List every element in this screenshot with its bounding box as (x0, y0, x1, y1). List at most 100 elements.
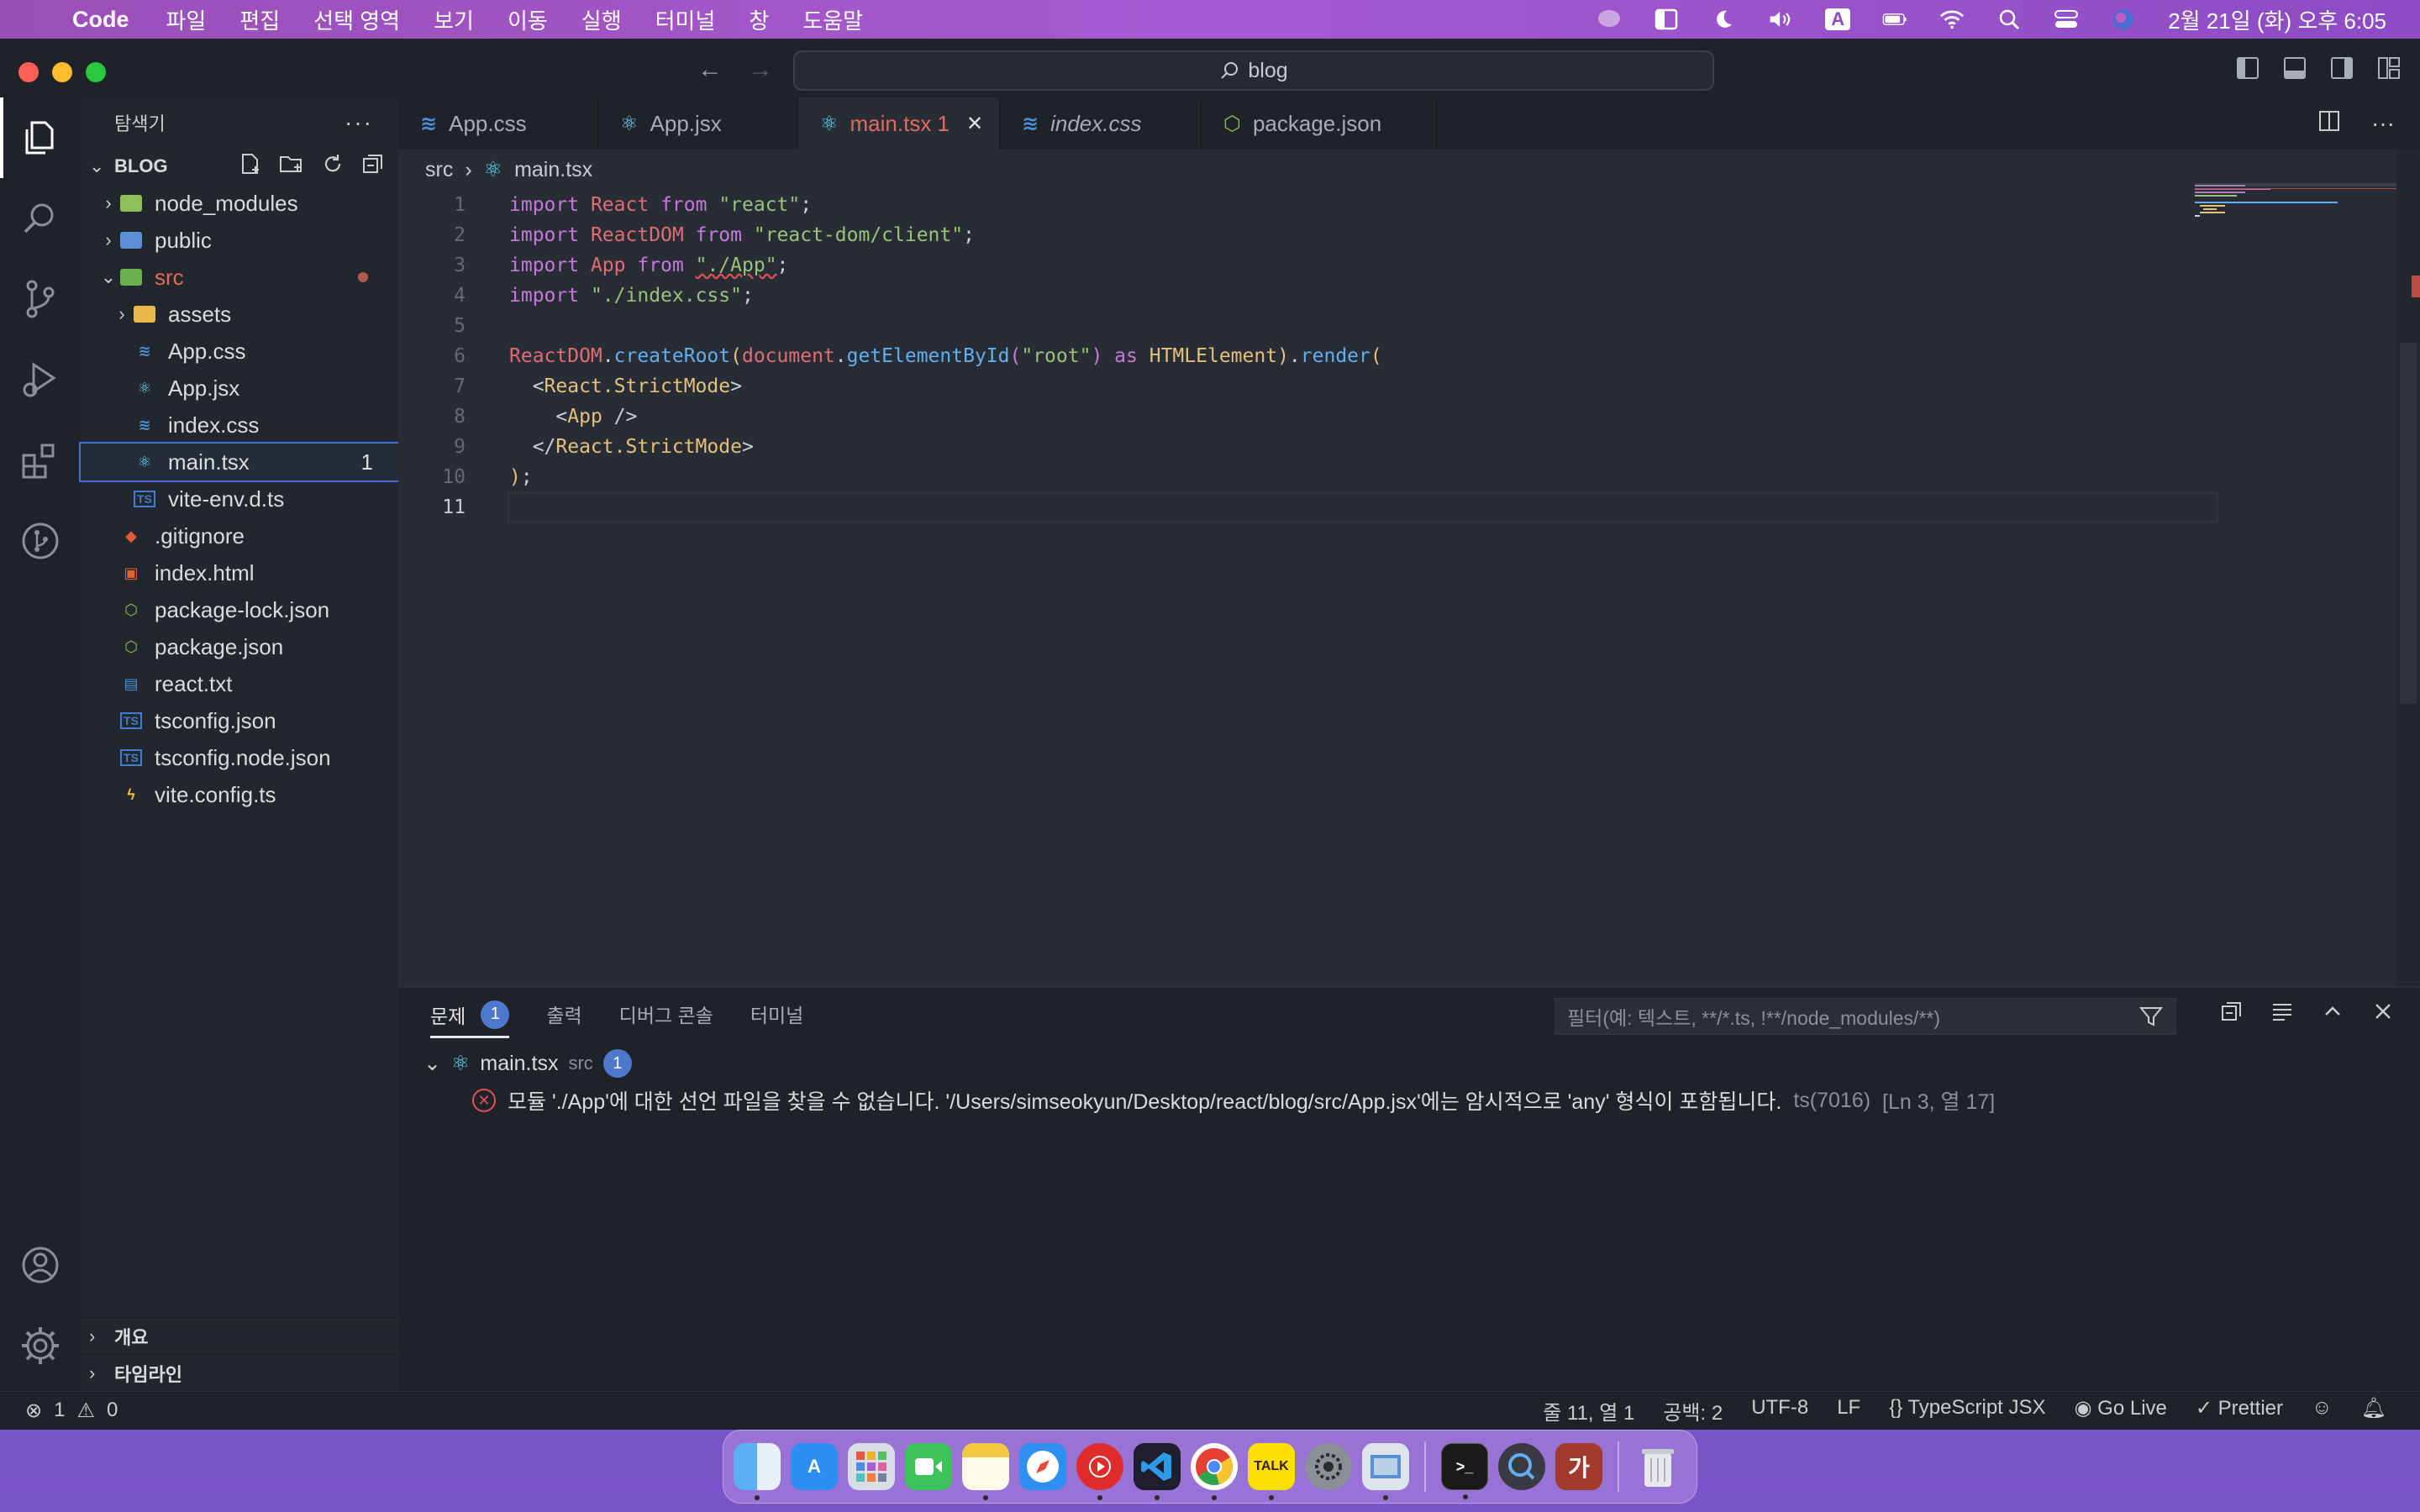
menu-file[interactable]: 파일 (166, 4, 207, 35)
problem-item[interactable]: ✕ 모듈 './App'에 대한 선언 파일을 찾을 수 없습니다. '/Use… (398, 1082, 2420, 1119)
facetime-icon[interactable] (905, 1443, 952, 1490)
new-folder-icon[interactable] (279, 152, 304, 181)
menu-help[interactable]: 도움말 (802, 4, 863, 35)
code-editor[interactable]: src › ⚛ main.tsx 1 import React from "rea… (398, 150, 2420, 986)
editor-more-actions-icon[interactable]: ··· (2371, 110, 2395, 137)
code-line[interactable]: 10); (398, 462, 2420, 492)
tree-file[interactable]: ⚛ main.tsx 1 (79, 442, 400, 482)
tab-index-css[interactable]: ≋ index.css (1000, 97, 1202, 150)
tab-problems[interactable]: 문제 1 (430, 1000, 510, 1038)
tree-file[interactable]: ▤ react.txt (81, 665, 398, 702)
git-graph-icon[interactable] (0, 501, 81, 581)
tree-file[interactable]: ≋ index.css (81, 407, 398, 444)
breadcrumb-folder[interactable]: src (425, 158, 453, 182)
tree-file[interactable]: ⚛ App.jsx (81, 370, 398, 407)
preview-icon[interactable] (1362, 1443, 1409, 1500)
tree-file[interactable]: ⬡ package-lock.json (81, 591, 398, 628)
code-line[interactable]: 8 <App /> (398, 402, 2420, 432)
app-store-icon[interactable]: A (791, 1443, 838, 1490)
tab-debug-console[interactable]: 디버그 콘솔 (619, 1000, 713, 1028)
problems-filter-input[interactable]: 필터(예: 텍스트, **/*.ts, !**/node_modules/**) (1555, 998, 2176, 1035)
extensions-icon[interactable] (0, 420, 81, 501)
dictionary-icon[interactable]: 가 (1555, 1443, 1602, 1490)
battery-icon[interactable] (1882, 8, 1907, 30)
moon-icon[interactable] (1711, 8, 1736, 30)
menu-terminal[interactable]: 터미널 (655, 4, 716, 35)
zoom-window-button[interactable] (86, 62, 106, 82)
search-icon[interactable] (0, 178, 81, 259)
spotlight-search-icon[interactable] (1996, 8, 2022, 30)
prettier-status[interactable]: ✓ Prettier (2196, 1396, 2283, 1425)
workspace-section-header[interactable]: ⌄ BLOG (81, 148, 398, 185)
problem-file-row[interactable]: ⌄ ⚛ main.tsx src 1 (398, 1045, 2420, 1082)
outline-section-header[interactable]: › 개요 (81, 1317, 398, 1354)
code-line[interactable]: 5 (398, 311, 2420, 341)
tree-folder[interactable]: ⌄ src (81, 259, 398, 296)
finder-icon[interactable] (734, 1443, 781, 1500)
kakaotalk-icon[interactable]: TALK (1248, 1443, 1295, 1500)
explorer-icon[interactable] (0, 97, 81, 178)
close-panel-icon[interactable] (2371, 1000, 2395, 1029)
collapse-all-icon[interactable] (2220, 1000, 2244, 1029)
tab-app-css[interactable]: ≋ App.css (398, 97, 598, 150)
forward-arrow-icon[interactable]: → (748, 55, 773, 84)
code-line[interactable]: 9 </React.StrictMode> (398, 432, 2420, 462)
close-window-button[interactable] (18, 62, 39, 82)
more-actions-icon[interactable]: ··· (345, 109, 373, 136)
system-settings-icon[interactable] (1305, 1443, 1352, 1490)
code-line[interactable]: 3 import App from "./App"; (398, 250, 2420, 281)
language-mode[interactable]: {} TypeScript JSX (1889, 1396, 2045, 1425)
tab-terminal[interactable]: 터미널 (750, 1000, 803, 1028)
code-line[interactable]: 6 ReactDOM.createRoot(document.getElement… (398, 341, 2420, 371)
tab-output[interactable]: 출력 (546, 1000, 581, 1028)
tree-file[interactable]: TS tsconfig.json (81, 702, 398, 739)
refresh-icon[interactable] (321, 152, 345, 181)
customize-layout-icon[interactable] (2378, 57, 2400, 79)
code-line-current[interactable]: 11 (398, 492, 2420, 522)
indentation[interactable]: 공백: 2 (1663, 1396, 1723, 1425)
new-file-icon[interactable] (239, 152, 262, 181)
app-menu[interactable]: Code (72, 7, 129, 33)
chrome-icon[interactable] (1191, 1443, 1238, 1500)
maximize-panel-icon[interactable] (2321, 1000, 2344, 1029)
menu-window[interactable]: 창 (749, 4, 769, 35)
account-icon[interactable] (0, 1225, 81, 1305)
close-tab-icon[interactable]: ✕ (966, 112, 983, 136)
collapse-all-icon[interactable] (361, 152, 385, 181)
tab-app-jsx[interactable]: ⚛ App.jsx (598, 97, 798, 150)
safari-icon[interactable] (1019, 1443, 1066, 1490)
menu-go[interactable]: 이동 (508, 4, 548, 35)
menu-edit[interactable]: 편집 (239, 4, 280, 35)
split-editor-icon[interactable] (2317, 109, 2341, 139)
command-center-search[interactable]: blog (793, 50, 1714, 91)
go-live-button[interactable]: ◉ Go Live (2075, 1396, 2167, 1425)
filter-icon[interactable] (2139, 1004, 2164, 1034)
vscode-icon[interactable] (1134, 1443, 1181, 1500)
tab-package-json[interactable]: ⬡ package.json (1202, 97, 1437, 150)
tree-file[interactable]: TS vite-env.d.ts (81, 480, 398, 517)
quicktime-icon[interactable] (1498, 1443, 1545, 1490)
tree-folder[interactable]: › node_modules (81, 185, 398, 222)
input-source-icon[interactable]: A (1825, 8, 1851, 30)
notifications-bell-icon[interactable]: 🔔︎ (2361, 1396, 2386, 1425)
sidebar-toggle-icon[interactable] (1654, 8, 1679, 30)
encoding[interactable]: UTF-8 (1751, 1396, 1808, 1425)
feedback-icon[interactable]: ☺ (2312, 1396, 2333, 1425)
cursor-position[interactable]: 줄 11, 열 1 (1543, 1396, 1634, 1425)
control-center-icon[interactable] (2054, 8, 2079, 30)
volume-icon[interactable] (1768, 8, 1793, 30)
source-control-icon[interactable] (0, 259, 81, 339)
tree-file[interactable]: ϟ vite.config.ts (81, 776, 398, 813)
chat-bubble-icon[interactable] (1597, 8, 1622, 30)
breadcrumb-file[interactable]: main.tsx (514, 158, 592, 182)
tree-file[interactable]: ▣ index.html (81, 554, 398, 591)
manage-gear-icon[interactable] (0, 1305, 81, 1386)
menu-run[interactable]: 실행 (581, 4, 622, 35)
code-line[interactable]: 2 import ReactDOM from "react-dom/client"… (398, 220, 2420, 250)
menu-view[interactable]: 보기 (434, 4, 474, 35)
run-debug-icon[interactable] (0, 339, 81, 420)
code-line[interactable]: 1 import React from "react"; (398, 190, 2420, 220)
toggle-primary-sidebar-icon[interactable] (2237, 57, 2259, 79)
notes-icon[interactable] (962, 1443, 1009, 1500)
toggle-secondary-sidebar-icon[interactable] (2331, 57, 2353, 79)
